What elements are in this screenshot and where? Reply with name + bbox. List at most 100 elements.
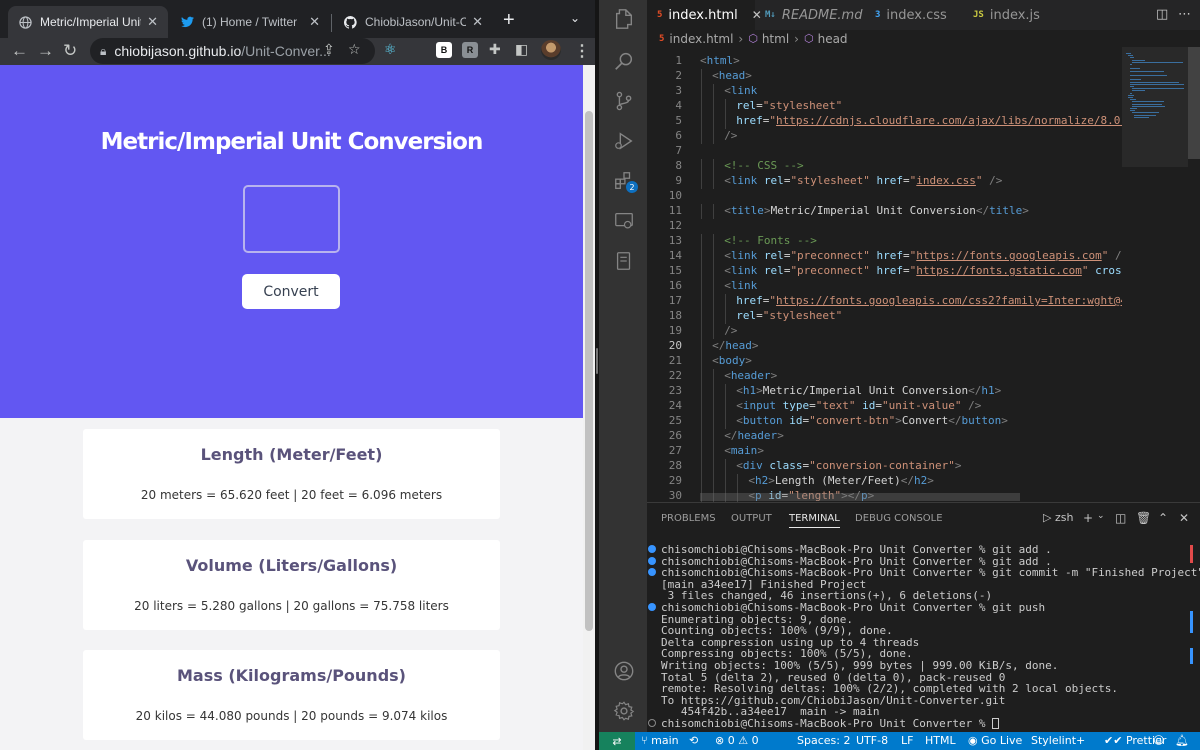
editor-tab-readme[interactable]: M↓ README.md (755, 0, 865, 30)
sync-icon[interactable]: ⟲ (689, 734, 698, 747)
breadcrumb-html[interactable]: html (762, 32, 789, 46)
language-mode[interactable]: HTML (925, 734, 956, 747)
settings-gear-icon[interactable] (613, 700, 635, 722)
editor-tab-index-css[interactable]: 3 index.css (865, 0, 963, 30)
code-token: "conversion-container" (809, 459, 955, 472)
browser-tab-title: (1) Home / Twitter (202, 15, 298, 29)
new-terminal-icon[interactable]: + (1083, 511, 1093, 525)
run-debug-icon[interactable] (613, 130, 635, 152)
side-panel-icon[interactable]: ◧ (515, 42, 528, 58)
editor-scrollbar[interactable] (1188, 47, 1200, 502)
new-tab-button[interactable]: + (503, 9, 515, 32)
broadcast-icon: ◉ (968, 734, 978, 747)
remote-indicator-icon[interactable]: ⇄ (599, 732, 635, 750)
split-terminal-icon[interactable]: ◫ (1115, 511, 1126, 525)
close-icon[interactable]: ✕ (1179, 511, 1189, 525)
indent-guide (701, 384, 702, 399)
feedback-icon[interactable]: ☺ (1153, 734, 1164, 747)
code-token: > (757, 444, 764, 457)
editor-horizontal-scrollbar[interactable] (700, 493, 1020, 501)
bookmark-star-icon[interactable]: ☆ (348, 42, 361, 58)
code-token: link (730, 84, 758, 97)
maximize-panel-icon[interactable]: ⌃ (1158, 511, 1168, 525)
editor-tab-index-js[interactable]: JS index.js (963, 0, 1063, 30)
indent-guide (713, 444, 715, 459)
command-decoration-icon[interactable] (648, 568, 656, 577)
indent-guide (713, 84, 715, 99)
breadcrumb-head[interactable]: head (818, 32, 848, 46)
account-icon[interactable] (613, 660, 635, 682)
panel-tab-terminal[interactable]: TERMINAL (789, 513, 840, 528)
indent-guide (701, 129, 702, 144)
card-heading: Volume (Liters/Gallons) (185, 556, 398, 575)
bell-icon[interactable]: 🔔︎ (1175, 734, 1189, 747)
browser-tab-github[interactable]: ChiobiJason/Unit-Converter ✕ (333, 6, 493, 38)
minimap-slider[interactable] (1122, 47, 1188, 167)
code-token: < (724, 84, 731, 97)
url-path: /Unit-Conver... (241, 43, 331, 59)
close-icon[interactable]: ✕ (309, 14, 320, 30)
eol-setting[interactable]: LF (901, 734, 913, 747)
code-token: button (961, 414, 1002, 427)
forward-arrow-icon[interactable]: → (37, 41, 54, 61)
go-live-button[interactable]: ◉ Go Live (968, 734, 1022, 747)
chevron-down-icon[interactable]: ⌄ (570, 11, 580, 25)
indent-guide (713, 459, 715, 474)
close-icon[interactable]: ✕ (472, 14, 483, 30)
command-decoration-icon[interactable] (648, 603, 656, 611)
more-horizontal-icon[interactable]: ⋯ (1178, 7, 1191, 22)
puzzle-icon[interactable]: ✚ (489, 42, 501, 58)
indentation-setting[interactable]: Spaces: 2 (797, 734, 850, 747)
editor-tab-index-html[interactable]: 5 index.html ✕ (647, 0, 762, 30)
git-branch-item[interactable]: ⑂ main (641, 734, 679, 747)
extension-r-icon[interactable]: R (462, 42, 478, 58)
conversion-card-length: Length (Meter/Feet) 20 meters = 65.620 f… (83, 429, 500, 519)
reload-icon[interactable]: ↻ (63, 41, 77, 61)
search-icon[interactable] (613, 50, 635, 72)
convert-button[interactable]: Convert (242, 274, 340, 309)
back-arrow-icon[interactable]: ← (11, 41, 28, 61)
scrollbar-thumb[interactable] (585, 111, 593, 631)
remote-explorer-icon[interactable] (613, 210, 635, 232)
more-vert-icon[interactable]: ⋮ (574, 41, 590, 61)
command-decoration-icon[interactable] (648, 545, 656, 553)
chevron-right-icon: › (738, 31, 744, 46)
encoding-setting[interactable]: UTF-8 (856, 734, 888, 747)
split-editor-icon[interactable]: ◫ (1156, 7, 1168, 22)
share-icon[interactable]: ⇪ (323, 42, 335, 58)
explorer-files-icon[interactable] (613, 8, 635, 30)
trash-icon[interactable]: 🗑︎ (1136, 511, 1151, 525)
stylelint-status[interactable]: Stylelint+ (1031, 734, 1085, 747)
command-decoration-icon[interactable] (648, 556, 656, 565)
problems-counter[interactable]: ⊗ 0 ⚠ 0 (715, 734, 759, 747)
panel-tab-debug-console[interactable]: DEBUG CONSOLE (855, 513, 943, 524)
browser-tab-twitter[interactable]: (1) Home / Twitter ✕ (170, 6, 330, 38)
panel-tab-output[interactable]: OUTPUT (731, 513, 772, 524)
command-decoration-icon[interactable] (648, 719, 656, 727)
breadcrumb-file[interactable]: index.html (669, 32, 733, 46)
react-devtools-icon[interactable]: ⚛ (384, 42, 397, 58)
terminal-shell-label[interactable]: ▷ zsh (1043, 511, 1073, 524)
code-token: " (1101, 249, 1115, 262)
code-token: link (730, 279, 758, 292)
splitter-handle[interactable] (596, 348, 598, 374)
line-number: 4 (675, 99, 682, 112)
minimap-line (1130, 70, 1164, 72)
page-scrollbar[interactable] (583, 65, 595, 750)
code-token: "convert-btn" (809, 414, 896, 427)
close-icon[interactable]: ✕ (147, 14, 158, 30)
line-number: 6 (675, 129, 682, 142)
scrollbar-thumb[interactable] (1188, 47, 1200, 159)
source-control-icon[interactable] (613, 90, 635, 112)
unit-value-input[interactable] (243, 185, 340, 253)
avatar[interactable] (541, 40, 561, 60)
chevron-down-icon[interactable]: ⌄ (1097, 511, 1105, 521)
panel-tab-problems[interactable]: PROBLEMS (661, 513, 716, 524)
browser-tab-unit-conversion[interactable]: Metric/Imperial Unit Conversion ✕ (8, 6, 168, 38)
minimap[interactable] (1122, 47, 1188, 502)
docker-icon[interactable] (613, 250, 635, 272)
code-token: = (903, 249, 910, 262)
code-line: <header> (724, 369, 777, 382)
code-editor[interactable]: 1 <html> 2 <head> 3 <link 4 rel="stylesheet" 5 hr… (647, 47, 1122, 502)
extension-b-icon[interactable]: B (436, 42, 452, 58)
